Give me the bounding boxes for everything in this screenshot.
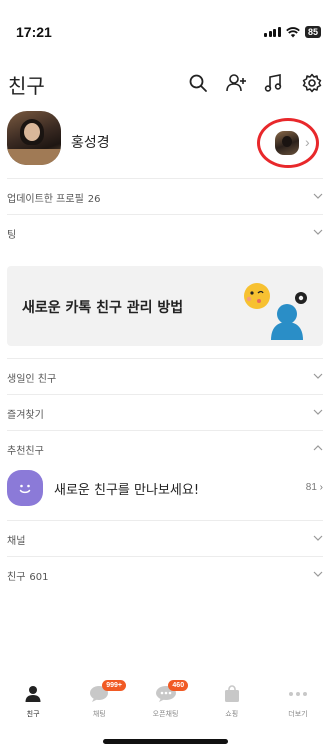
tab-open-chat[interactable]: 460 오픈채팅 bbox=[132, 677, 198, 727]
more-icon bbox=[287, 683, 309, 705]
profile-avatar[interactable] bbox=[7, 111, 61, 165]
section-recommended-friends[interactable]: 추천친구 bbox=[7, 430, 323, 466]
profile-music-shortcut[interactable]: › bbox=[257, 118, 323, 168]
section-label: 팅 bbox=[7, 230, 17, 241]
recommended-friend-item[interactable]: 새로운 친구를 만나보세요! 81 › bbox=[7, 468, 323, 508]
chevron-down-icon bbox=[313, 193, 323, 199]
chevron-down-icon bbox=[313, 535, 323, 541]
home-indicator[interactable] bbox=[103, 739, 228, 744]
section-label: 생일인 친구 bbox=[7, 374, 57, 385]
status-time: 17:21 bbox=[16, 24, 52, 40]
tab-label: 더보기 bbox=[288, 710, 308, 718]
chevron-down-icon bbox=[313, 571, 323, 577]
add-friend-icon[interactable] bbox=[225, 72, 247, 94]
section-updated-profiles[interactable]: 업데이트한 프로필 26 bbox=[7, 178, 323, 214]
tab-label: 친구 bbox=[26, 710, 40, 718]
recommended-count-value: 81 bbox=[305, 482, 317, 493]
tab-friends[interactable]: 친구 bbox=[0, 677, 66, 727]
header: 친구 bbox=[0, 64, 331, 104]
music-icon[interactable] bbox=[263, 72, 285, 94]
chat-badge: 999+ bbox=[102, 680, 126, 691]
section-label: 즐겨찾기 bbox=[7, 410, 44, 421]
tab-bar: 친구 999+ 채팅 460 오픈채팅 쇼핑 더보기 bbox=[0, 677, 331, 727]
section-ting[interactable]: 팅 bbox=[7, 214, 323, 250]
settings-icon[interactable] bbox=[301, 72, 323, 94]
tab-shopping[interactable]: 쇼핑 bbox=[199, 677, 265, 727]
section-label: 업데이트한 프로필 bbox=[7, 194, 84, 205]
my-profile[interactable]: 홍성경 › bbox=[0, 108, 331, 174]
wifi-icon bbox=[286, 26, 300, 37]
tab-more[interactable]: 더보기 bbox=[265, 677, 331, 727]
status-icons: 85 bbox=[264, 26, 321, 38]
tab-label: 채팅 bbox=[92, 710, 106, 718]
profile-thumbnail bbox=[275, 131, 299, 155]
chevron-down-icon bbox=[313, 373, 323, 379]
section-label: 친구 bbox=[7, 572, 26, 583]
section-channels[interactable]: 채널 bbox=[7, 520, 323, 556]
chevron-right-icon: › bbox=[305, 134, 310, 150]
chevron-down-icon bbox=[313, 409, 323, 415]
friends-illustration-icon bbox=[244, 283, 307, 340]
recommended-count: 81 › bbox=[305, 482, 323, 493]
chevron-down-icon bbox=[313, 229, 323, 235]
section-favorites[interactable]: 즐겨찾기 bbox=[7, 394, 323, 430]
tab-label: 쇼핑 bbox=[225, 710, 239, 718]
section-label: 추천친구 bbox=[7, 446, 44, 457]
header-actions bbox=[187, 72, 323, 94]
person-icon bbox=[22, 683, 44, 705]
section-count: 601 bbox=[29, 572, 49, 583]
tab-label: 오픈채팅 bbox=[152, 710, 179, 718]
section-label: 채널 bbox=[7, 536, 26, 547]
tab-chats[interactable]: 999+ 채팅 bbox=[66, 677, 132, 727]
recommended-text: 새로운 친구를 만나보세요! bbox=[54, 483, 200, 498]
battery-indicator: 85 bbox=[304, 26, 321, 38]
banner-text: 새로운 카톡 친구 관리 방법 bbox=[22, 300, 184, 316]
shopping-bag-icon bbox=[221, 683, 243, 705]
section-friends[interactable]: 친구 601 bbox=[7, 556, 323, 592]
status-bar: 17:21 85 bbox=[0, 0, 331, 52]
section-count: 26 bbox=[87, 194, 101, 205]
friend-management-banner[interactable]: 새로운 카톡 친구 관리 방법 bbox=[7, 266, 323, 346]
open-chat-badge: 460 bbox=[168, 680, 189, 691]
chevron-up-icon bbox=[313, 445, 323, 451]
section-birthday-friends[interactable]: 생일인 친구 bbox=[7, 358, 323, 394]
signal-icon bbox=[264, 27, 281, 37]
search-icon[interactable] bbox=[187, 72, 209, 94]
page-title: 친구 bbox=[8, 74, 45, 98]
profile-name: 홍성경 bbox=[71, 135, 110, 151]
smile-face-icon bbox=[7, 470, 43, 506]
